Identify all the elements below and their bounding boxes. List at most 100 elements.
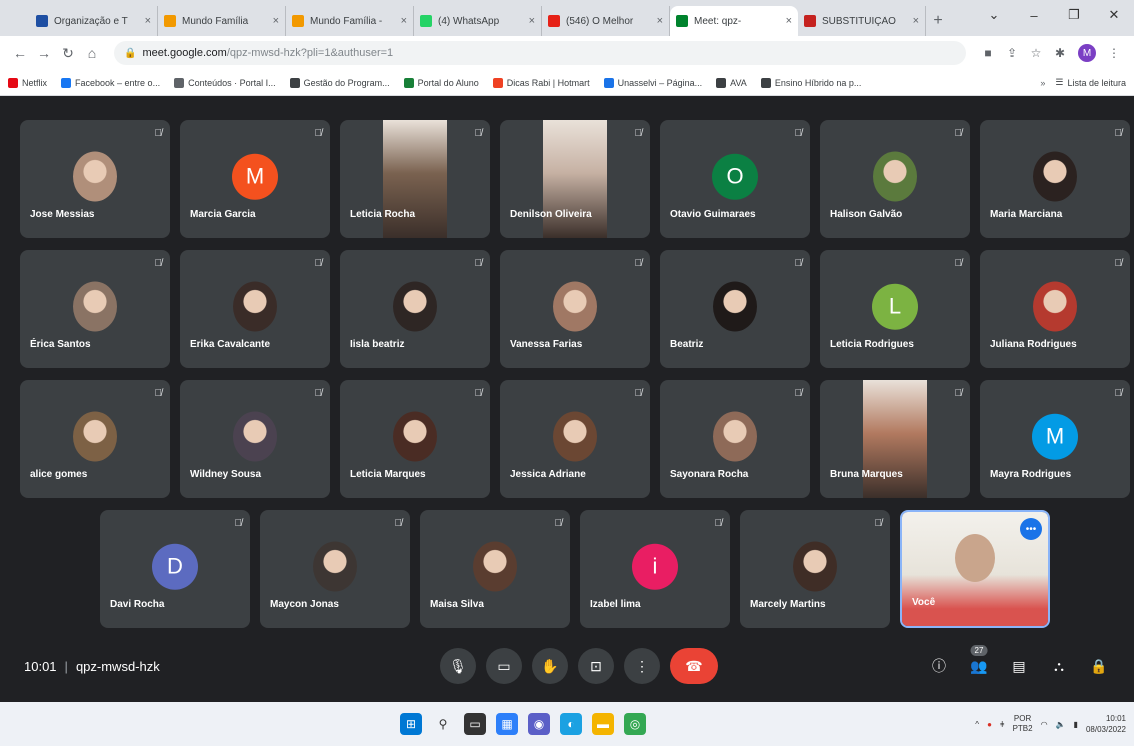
bookmark-item[interactable]: Dicas Rabi | Hotmart bbox=[492, 77, 590, 88]
participant-name: Marcely Martins bbox=[750, 599, 826, 610]
participant-tile[interactable]: 🎙̸ Érica Santos bbox=[20, 250, 170, 368]
participant-tile[interactable]: 🎙̸ Bruna Marques bbox=[820, 380, 970, 498]
tray-overflow-icon[interactable]: ^ bbox=[975, 720, 979, 729]
bookmark-item[interactable]: Netflix bbox=[8, 77, 47, 88]
edge-icon[interactable]: ◐ bbox=[560, 713, 582, 735]
activities-button[interactable]: ⛬ bbox=[1044, 651, 1074, 681]
people-button[interactable]: 27 👥 bbox=[964, 645, 994, 681]
bookmark-item[interactable]: Gestão do Program... bbox=[289, 77, 390, 88]
file-explorer-icon[interactable]: ▬ bbox=[592, 713, 614, 735]
maximize-button[interactable]: ❐ bbox=[1054, 0, 1094, 30]
participant-tile[interactable]: 🎙̸ Vanessa Farias bbox=[500, 250, 650, 368]
host-controls-button[interactable]: 🔒 bbox=[1084, 651, 1114, 681]
camera-icon[interactable]: ■ bbox=[976, 46, 1000, 60]
start-button[interactable]: ⊞ bbox=[400, 713, 422, 735]
participant-count-badge: 27 bbox=[970, 645, 988, 656]
bookmark-item[interactable]: Ensino Híbrido na p... bbox=[760, 77, 861, 88]
browser-tab[interactable]: Mundo Família × bbox=[158, 6, 286, 36]
wifi-icon[interactable]: ◠ bbox=[1041, 720, 1048, 729]
more-options-icon[interactable]: ••• bbox=[1020, 518, 1042, 540]
reload-icon[interactable]: ↻ bbox=[56, 45, 80, 62]
home-icon[interactable]: ⌂ bbox=[80, 45, 104, 61]
browser-tab[interactable]: Organização e T × bbox=[30, 6, 158, 36]
participant-tile[interactable]: 🎙̸ Juliana Rodrigues bbox=[980, 250, 1130, 368]
more-bookmarks-icon[interactable]: » bbox=[1040, 78, 1045, 88]
close-tab-icon[interactable]: × bbox=[657, 15, 663, 27]
participant-tile[interactable]: 🎙̸ Leticia Marques bbox=[340, 380, 490, 498]
close-tab-icon[interactable]: × bbox=[273, 15, 279, 27]
tab-list: Organização e T × Mundo Família × Mundo Famí… bbox=[30, 6, 926, 36]
meeting-details-button[interactable]: ⓘ bbox=[924, 651, 954, 681]
browser-tab[interactable]: SUBSTITUIÇÃO × bbox=[798, 6, 926, 36]
address-bar[interactable]: 🔒 meet.google.com /qpz-mwsd-hzk?pli=1&au… bbox=[114, 41, 966, 65]
search-icon[interactable]: ⚲ bbox=[432, 713, 454, 735]
close-tab-icon[interactable]: × bbox=[913, 15, 919, 27]
mic-button[interactable]: 🎙 bbox=[440, 648, 476, 684]
browser-tab[interactable]: Meet: qpz- × bbox=[670, 6, 798, 36]
profile-avatar[interactable]: M bbox=[1078, 44, 1096, 62]
bookmark-item[interactable]: Facebook – entre o... bbox=[61, 77, 160, 88]
close-window-button[interactable]: ✕ bbox=[1094, 0, 1134, 30]
new-tab-button[interactable]: + bbox=[926, 6, 950, 36]
participant-tile[interactable]: 🎙̸ Erika Cavalcante bbox=[180, 250, 330, 368]
share-icon[interactable]: ⇪ bbox=[1000, 46, 1024, 60]
browser-tab[interactable]: (4) WhatsApp × bbox=[414, 6, 542, 36]
participant-tile[interactable]: 🎙̸ Denilson Oliveira bbox=[500, 120, 650, 238]
participant-tile[interactable]: 🎙̸ Iisla beatriz bbox=[340, 250, 490, 368]
self-video-tile[interactable]: ••• Você bbox=[900, 510, 1050, 628]
star-icon[interactable]: ☆ bbox=[1024, 46, 1048, 60]
chat-app-icon[interactable]: ◉ bbox=[528, 713, 550, 735]
forward-icon[interactable]: → bbox=[32, 45, 56, 61]
close-tab-icon[interactable]: × bbox=[529, 15, 535, 27]
participant-tile[interactable]: 🎙̸ Leticia Rocha bbox=[340, 120, 490, 238]
browser-tab[interactable]: Mundo Família - × bbox=[286, 6, 414, 36]
widgets-icon[interactable]: ▦ bbox=[496, 713, 518, 735]
more-options-button[interactable]: ⋮ bbox=[624, 648, 660, 684]
usb-icon[interactable]: ǂ bbox=[1000, 720, 1005, 729]
menu-icon[interactable]: ⋮ bbox=[1102, 46, 1126, 60]
participant-tile[interactable]: 🎙̸ Sayonara Rocha bbox=[660, 380, 810, 498]
participant-tile[interactable]: M 🎙̸ Mayra Rodrigues bbox=[980, 380, 1130, 498]
task-view-icon[interactable]: ▭ bbox=[464, 713, 486, 735]
bookmark-item[interactable]: Portal do Aluno bbox=[403, 77, 479, 88]
battery-icon[interactable]: ▮ bbox=[1074, 720, 1078, 729]
participant-tile[interactable]: M 🎙̸ Marcia Garcia bbox=[180, 120, 330, 238]
raise-hand-button[interactable]: ✋ bbox=[532, 648, 568, 684]
leave-call-button[interactable]: ☎ bbox=[670, 648, 718, 684]
chrome-icon[interactable]: ◎ bbox=[624, 713, 646, 735]
lock-icon[interactable]: 🔒 bbox=[124, 48, 136, 59]
bookmark-item[interactable]: Unasselvi – Página... bbox=[603, 77, 702, 88]
close-tab-icon[interactable]: × bbox=[786, 15, 792, 27]
participant-tile[interactable]: 🎙̸ Jessica Adriane bbox=[500, 380, 650, 498]
participant-tile[interactable]: 🎙̸ Wildney Sousa bbox=[180, 380, 330, 498]
language-indicator[interactable]: POR PTB2 bbox=[1013, 714, 1033, 734]
extensions-icon[interactable]: ✱ bbox=[1048, 46, 1072, 60]
close-tab-icon[interactable]: × bbox=[401, 15, 407, 27]
present-button[interactable]: ⊡ bbox=[578, 648, 614, 684]
participant-tile[interactable]: 🎙̸ Beatriz bbox=[660, 250, 810, 368]
minimize-button[interactable]: – bbox=[1014, 0, 1054, 30]
participant-tile[interactable]: i 🎙̸ Izabel lima bbox=[580, 510, 730, 628]
participant-tile[interactable]: 🎙̸ alice gomes bbox=[20, 380, 170, 498]
participant-tile[interactable]: O 🎙̸ Otavio Guimaraes bbox=[660, 120, 810, 238]
volume-icon[interactable]: 🔈 bbox=[1056, 720, 1066, 729]
participant-tile[interactable]: 🎙̸ Maycon Jonas bbox=[260, 510, 410, 628]
close-tab-icon[interactable]: × bbox=[145, 15, 151, 27]
participant-tile[interactable]: 🎙̸ Marcely Martins bbox=[740, 510, 890, 628]
bookmark-item[interactable]: Conteúdos · Portal I... bbox=[174, 77, 276, 88]
participant-tile[interactable]: 🎙̸ Maisa Silva bbox=[420, 510, 570, 628]
participant-tile[interactable]: L 🎙̸ Leticia Rodrigues bbox=[820, 250, 970, 368]
participant-tile[interactable]: 🎙̸ Halison Galvão bbox=[820, 120, 970, 238]
participant-tile[interactable]: D 🎙̸ Davi Rocha bbox=[100, 510, 250, 628]
antivirus-icon[interactable]: ● bbox=[987, 720, 992, 729]
back-icon[interactable]: ← bbox=[8, 45, 32, 61]
chat-button[interactable]: ▤ bbox=[1004, 651, 1034, 681]
bookmark-item[interactable]: AVA bbox=[716, 77, 747, 88]
participant-tile[interactable]: 🎙̸ Jose Messias bbox=[20, 120, 170, 238]
participant-tile[interactable]: 🎙̸ Maria Marciana bbox=[980, 120, 1130, 238]
clock[interactable]: 10:01 08/03/2022 bbox=[1086, 713, 1126, 735]
camera-button[interactable]: ▭ bbox=[486, 648, 522, 684]
tab-search-icon[interactable]: ⌄ bbox=[974, 0, 1014, 30]
reading-list[interactable]: » ☰ Lista de leitura bbox=[1040, 77, 1126, 88]
browser-tab[interactable]: (546) O Melhor × bbox=[542, 6, 670, 36]
